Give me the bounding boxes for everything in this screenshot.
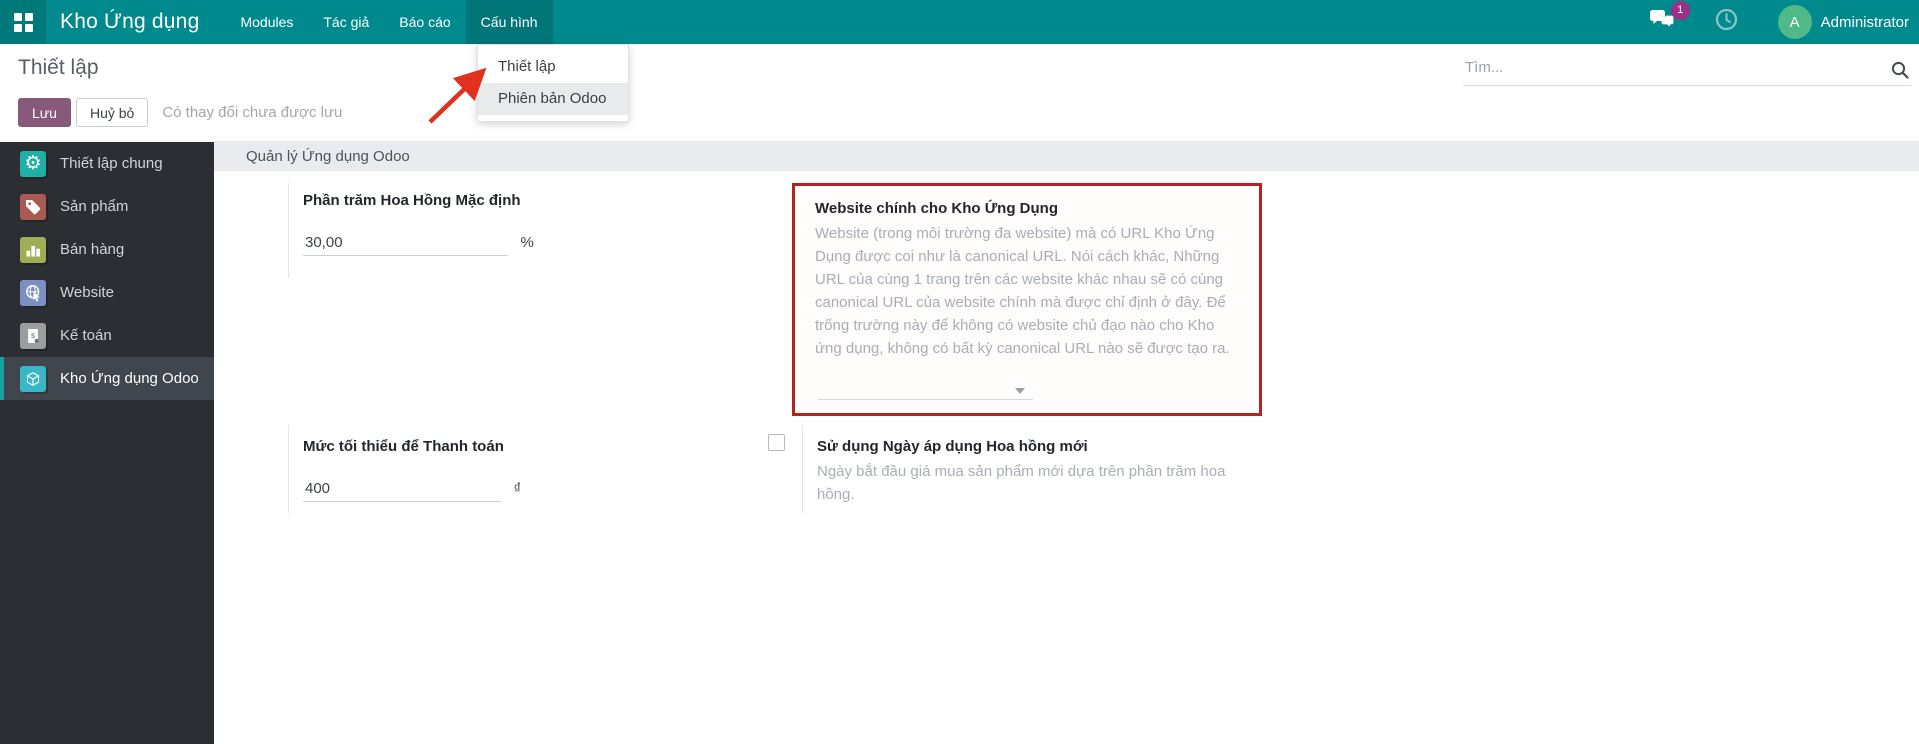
search-bar xyxy=(1463,52,1911,86)
setting-commission-apply-date: Sử dụng Ngày áp dụng Hoa hồng mới Ngày b… xyxy=(748,425,1262,535)
setting-label: Sử dụng Ngày áp dụng Hoa hồng mới xyxy=(817,438,1088,455)
cube-icon xyxy=(20,365,46,392)
currency-suffix: ₫ xyxy=(513,480,522,497)
save-button[interactable]: Lưu xyxy=(18,98,71,127)
sidebar-item-label: Kế toán xyxy=(60,327,112,344)
section-header: Quản lý Ứng dụng Odoo xyxy=(214,141,1919,171)
sidebar-item-label: Sản phẩm xyxy=(60,198,129,215)
search-icon[interactable] xyxy=(1891,61,1909,79)
setting-label: Mức tối thiểu để Thanh toán xyxy=(303,438,504,455)
setting-default-commission: Phần trăm Hoa Hồng Mặc định % xyxy=(234,183,748,423)
user-menu[interactable]: A Administrator xyxy=(1777,5,1909,39)
sidebar-item-label: Thiết lập chung xyxy=(60,155,163,172)
globe-icon xyxy=(20,279,46,306)
bar-chart-icon xyxy=(20,236,46,263)
app-title[interactable]: Kho Ứng dụng xyxy=(60,10,199,34)
gear-icon: ⚙ xyxy=(20,150,46,177)
messages-button[interactable]: 1 xyxy=(1649,0,1690,36)
settings-sidebar: ⚙ Thiết lập chung Sản phẩm Bán hàng Webs… xyxy=(0,142,214,744)
nav-item-configuration[interactable]: Cấu hình xyxy=(465,0,553,44)
setting-label: Phần trăm Hoa Hồng Mặc định xyxy=(303,192,521,209)
sidebar-item-products[interactable]: Sản phẩm xyxy=(0,185,214,228)
invoice-icon: $ xyxy=(20,322,46,349)
sidebar-item-accounting[interactable]: $ Kế toán xyxy=(0,314,214,357)
highlighted-setting-box: Website chính cho Kho Ứng Dụng Website (… xyxy=(792,183,1262,416)
top-navbar: Kho Ứng dụng Modules Tác giả Báo cáo Cấu… xyxy=(0,0,1919,44)
chevron-down-icon xyxy=(1015,388,1025,394)
setting-minimum-payout: Mức tối thiểu để Thanh toán ₫ xyxy=(234,425,748,535)
sidebar-item-label: Kho Ứng dụng Odoo xyxy=(60,370,199,387)
dropdown-item-settings[interactable]: Thiết lập xyxy=(478,51,628,83)
commission-percent-input[interactable] xyxy=(303,234,508,256)
setting-label: Website chính cho Kho Ứng Dụng xyxy=(815,200,1058,217)
unsaved-changes-note: Có thay đổi chưa được lưu xyxy=(162,104,343,121)
configuration-dropdown: Thiết lập Phiên bản Odoo xyxy=(477,44,629,122)
odoo-settings-window: Kho Ứng dụng Modules Tác giả Báo cáo Cấu… xyxy=(0,0,1919,744)
sidebar-item-label: Bán hàng xyxy=(60,241,125,258)
avatar: A xyxy=(1777,5,1812,39)
sidebar-item-odoo-apps-store[interactable]: Kho Ứng dụng Odoo xyxy=(0,357,214,400)
user-name: Administrator xyxy=(1820,13,1909,31)
control-panel: Thiết lập Lưu Huỷ bỏ Có thay đổi chưa đư… xyxy=(0,44,1919,142)
commission-date-checkbox[interactable] xyxy=(768,434,785,451)
sidebar-item-website[interactable]: Website xyxy=(0,271,214,314)
apps-grid-icon xyxy=(13,12,33,32)
activities-button[interactable] xyxy=(1715,8,1738,36)
percent-suffix: % xyxy=(520,234,534,251)
nav-item-modules[interactable]: Modules xyxy=(225,0,308,44)
apps-menu-button[interactable] xyxy=(0,0,46,44)
dropdown-item-odoo-version[interactable]: Phiên bản Odoo xyxy=(478,83,628,115)
discard-button[interactable]: Huỷ bỏ xyxy=(75,98,149,127)
sidebar-item-sales[interactable]: Bán hàng xyxy=(0,228,214,271)
setting-help-text: Ngày bắt đầu giá mua sản phẩm mới dựa tr… xyxy=(817,463,1226,503)
main-menu: Modules Tác giả Báo cáo Cấu hình xyxy=(225,0,553,44)
sidebar-item-label: Website xyxy=(60,284,114,301)
setting-main-website: Website chính cho Kho Ứng Dụng Website (… xyxy=(748,183,1262,423)
nav-item-authors[interactable]: Tác giả xyxy=(308,0,384,44)
svg-text:$: $ xyxy=(30,331,35,340)
website-select[interactable] xyxy=(818,380,1033,400)
navbar-systray: 1 A Administrator xyxy=(1649,0,1909,44)
page-title: Thiết lập xyxy=(18,56,99,79)
section-title: Quản lý Ứng dụng Odoo xyxy=(246,147,410,165)
setting-help-text: Website (trong môi trường đa website) mà… xyxy=(815,225,1230,357)
clock-icon xyxy=(1715,8,1737,31)
notification-badge: 1 xyxy=(1670,0,1690,20)
tag-icon xyxy=(20,193,46,220)
nav-item-reports[interactable]: Báo cáo xyxy=(384,0,465,44)
search-input[interactable] xyxy=(1463,52,1863,76)
sidebar-item-general-settings[interactable]: ⚙ Thiết lập chung xyxy=(0,142,214,185)
minimum-payout-input[interactable] xyxy=(303,480,501,502)
